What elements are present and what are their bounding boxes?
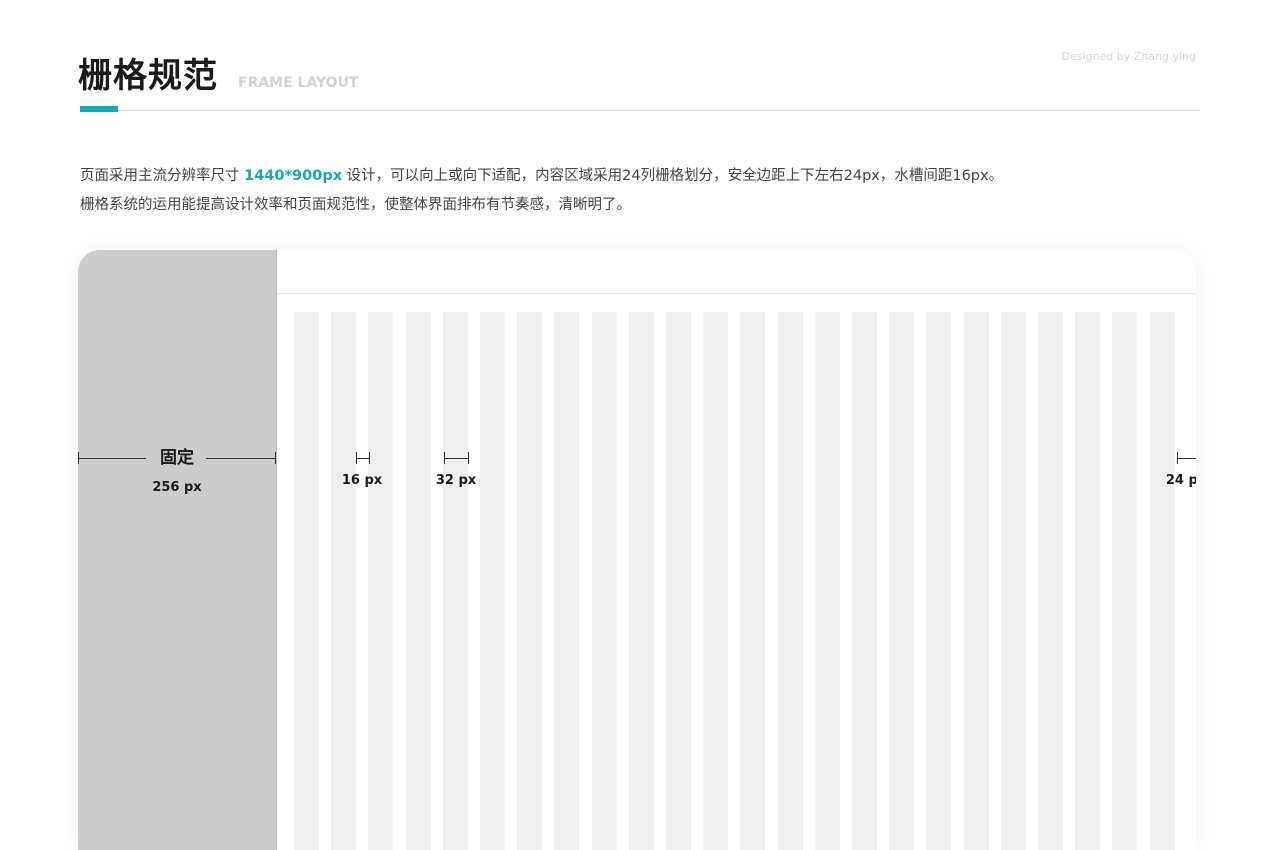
layout-frame: 固定 256 px 16 px 32 px 24 px (78, 250, 1196, 850)
header-divider (80, 110, 1200, 111)
description: 页面采用主流分辨率尺寸 1440*900px 设计，可以向上或向下适配，内容区域… (80, 162, 1200, 220)
fixed-sidebar (78, 250, 277, 850)
grid-columns (294, 312, 1178, 850)
grid-column (1150, 312, 1175, 850)
grid-column (926, 312, 951, 850)
gutter-dim-line (356, 458, 370, 459)
grid-column (629, 312, 654, 850)
description-line-1-end: 设计，可以向上或向下适配，内容区域采用24列栅格划分，安全边距上下左右24px，… (342, 168, 1004, 184)
column-dim-line (444, 458, 469, 459)
description-line-1: 页面采用主流分辨率尺寸 1440*900px 设计，可以向上或向下适配，内容区域… (80, 162, 1200, 191)
grid-column (852, 312, 877, 850)
grid-column (740, 312, 765, 850)
resolution-highlight: 1440*900px (244, 168, 343, 184)
grid-column (1112, 312, 1137, 850)
grid-column (554, 312, 579, 850)
sidebar-dim-line-left (78, 458, 146, 459)
column-width-label: 32 px (435, 473, 477, 488)
grid-column (368, 312, 393, 850)
grid-column (889, 312, 914, 850)
grid-column (964, 312, 989, 850)
sidebar-width-label: 256 px (152, 480, 202, 495)
grid-column (703, 312, 728, 850)
grid-column (480, 312, 505, 850)
description-line-1-start: 页面采用主流分辨率尺寸 (80, 168, 245, 184)
grid-column (294, 312, 319, 850)
grid-column (406, 312, 431, 850)
sidebar-dim-line-right (206, 458, 276, 459)
description-line-2: 栅格系统的运用能提高设计效率和页面规范性，使整体界面排布有节奏感，清晰明了。 (80, 197, 631, 213)
margin-width-label: 24 px (1165, 473, 1196, 488)
sidebar-fixed-label: 固定 (160, 448, 194, 468)
grid-column (778, 312, 803, 850)
grid-column (1075, 312, 1100, 850)
page-subtitle: FRAME LAYOUT (238, 75, 359, 91)
grid-column (1038, 312, 1063, 850)
grid-column (331, 312, 356, 850)
top-bar (277, 250, 1196, 294)
sidebar-dim-right-tick (275, 452, 276, 464)
column-dim-right-tick (468, 452, 469, 464)
grid-column (1001, 312, 1026, 850)
designer-credit: Designed by Zhang ying (1061, 50, 1196, 63)
title-accent-bar (80, 106, 118, 112)
margin-dim-line (1177, 458, 1196, 459)
grid-column (666, 312, 691, 850)
grid-column (443, 312, 468, 850)
grid-column (517, 312, 542, 850)
gutter-width-label: 16 px (341, 473, 383, 488)
grid-column (815, 312, 840, 850)
grid-column (592, 312, 617, 850)
gutter-dim-right-tick (369, 452, 370, 464)
page-title: 栅格规范 (78, 56, 218, 96)
